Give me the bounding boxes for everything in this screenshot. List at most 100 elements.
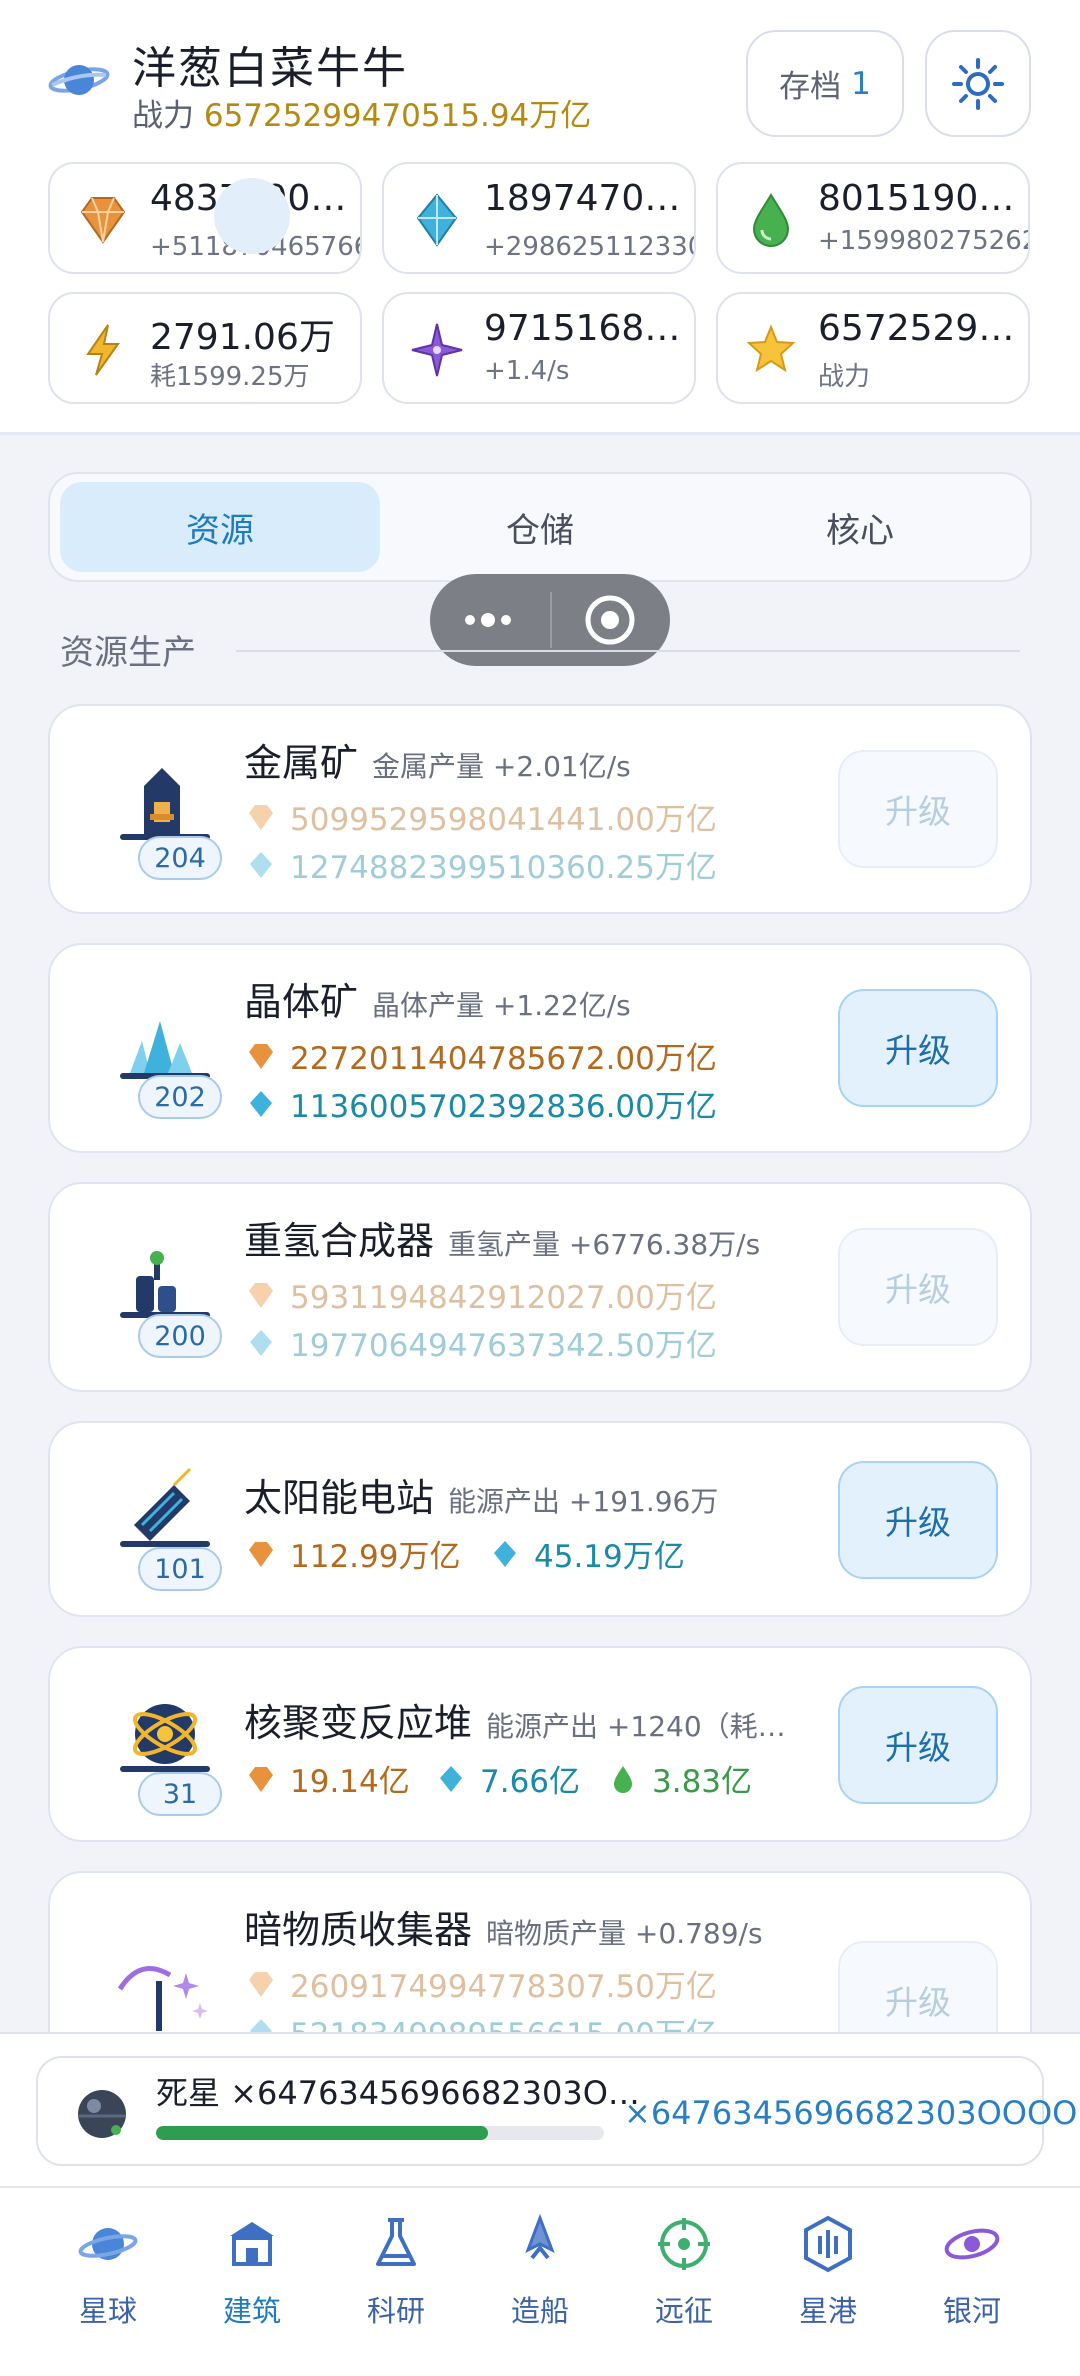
cost-value: 2272011404785672.00万亿 [290,1041,717,1077]
metal-icon [249,1971,273,1997]
cost-value: 1136005702392836.00万亿 [290,1089,717,1125]
cost-crystal: 1136005702392836.00万亿 [246,1081,717,1126]
cost-metal: 112.99万亿 [246,1531,460,1576]
resource-value: 8015190… [818,178,1015,219]
resource-value: 1897470… [484,178,681,219]
upgrade-button[interactable]: 升级 [838,1686,998,1804]
nav-item-building[interactable]: 建筑 [192,2214,312,2344]
building-level-badge: 200 [138,1314,222,1358]
dark-matter-icon [411,323,463,377]
tab-storage[interactable]: 仓储 [380,482,700,572]
nav-item-starport[interactable]: 星港 [768,2214,888,2344]
power-line: 战力 6572529947051​5.94万亿 [132,90,591,135]
building-level-badge: 101 [138,1547,222,1591]
cost-crystal: 45.19万亿 [490,1531,685,1576]
nav-label: 科研 [366,2294,425,2328]
nav-label: 建筑 [222,2294,281,2328]
ship-build-status[interactable]: 死星 ×6476345696682303O… ×6476345696682303… [36,2056,1077,2166]
sun-gear-icon [952,57,1004,110]
cost-metal: 5931194842912027.00万亿 [246,1272,717,1317]
planet-logo-icon [48,65,110,95]
nav-active-glow [214,178,290,254]
top-header: 洋葱白菜牛牛 战力 6572529947051​5.94万亿 存档 1 4837… [0,0,1080,435]
power-star-icon [746,324,796,373]
nav-label: 星港 [798,2294,857,2328]
building-card-solar-plant: 101 太阳能电站 能源产出 +191.96万 112.99万亿 45.19万亿 … [48,1421,1032,1617]
cost-value: 1274882399510360.25万亿 [290,850,717,886]
building-card-crystal-mine: 202 晶体矿 晶体产量 +1.22亿/s 2272011404785672.00… [48,943,1032,1153]
metal-icon [249,1043,273,1069]
building-production: 重氢产量 +6776.38万/s [448,1228,761,1261]
building-title: 核聚变反应堆 能源产出 +1240（耗… [244,1692,786,1747]
nav-label: 远征 [654,2294,713,2328]
cost-deuterium: 3.83亿 [608,1756,752,1801]
starport-icon [804,2215,852,2273]
more-options-icon[interactable] [430,574,550,666]
cost-value: 112.99万亿 [290,1539,461,1575]
tab-core[interactable]: 核心 [700,482,1020,572]
upgrade-button[interactable]: 升级 [838,1461,998,1579]
metal-icon [249,1282,273,1308]
section-title: 资源生产 [60,633,196,673]
nav-item-shipyard[interactable]: 造船 [480,2214,600,2344]
cost-crystal: 1274882399510360.25万亿 [246,842,717,887]
ship-progress-bar [156,2126,604,2140]
miniprogram-capsule [430,574,670,666]
resource-card-deuterium: 8015190… +15998027526235.4 [716,162,1030,274]
metal-icon [249,1541,273,1567]
cost-metal: 2272011404785672.00万亿 [246,1033,717,1078]
nav-item-expedition[interactable]: 远征 [624,2214,744,2344]
resource-card-crystal: 1897470… +29862511233018.31万亿 [382,162,696,274]
upgrade-button[interactable]: 升级 [838,750,998,868]
nav-item-research[interactable]: 科研 [336,2214,456,2344]
building-production: 能源产出 +191.96万 [448,1485,719,1518]
crystal-icon [416,193,458,247]
resource-card-energy: 2791.06万 耗1599.25万 [48,292,362,404]
nav-divider [0,2186,1080,2188]
building-name: 晶体矿 [244,980,359,1024]
resource-value: 6572529… [818,308,1015,349]
building-name: 核聚变反应堆 [244,1701,473,1745]
nav-label: 造船 [510,2294,569,2328]
crosshair-icon [658,2218,710,2270]
cost-value: 3.83亿 [652,1764,753,1800]
metal-icon [80,197,126,244]
building-level-badge: 31 [138,1772,222,1816]
building-name: 重氢合成器 [244,1219,435,1263]
building-production: 晶体产量 +1.22亿/s [372,989,631,1022]
resource-rate: 耗1599.25万 [150,362,310,392]
cost-metal: 2609174994778307.50万亿 [246,1961,717,2006]
building-card-deuterium-synthesizer: 200 重氢合成器 重氢产量 +6776.38万/s 59311948429120… [48,1182,1032,1392]
tab-resources[interactable]: 资源 [60,482,380,572]
building-name: 金属矿 [244,741,359,785]
building-title: 暗物质收集器 暗物质产量 +0.789/s [244,1899,763,1954]
resource-card-power: 6572529… 战力 [716,292,1030,404]
settings-button[interactable] [925,30,1031,137]
cost-value: 19.14亿 [290,1764,410,1800]
resource-rate: +1.4/s [484,356,570,386]
nav-item-galaxy[interactable]: 银河 [912,2214,1032,2344]
close-target-icon[interactable] [550,574,668,666]
crystal-icon [250,851,272,878]
cost-metal: 19.14亿 [246,1756,410,1801]
building-title: 太阳能电站 能源产出 +191.96万 [244,1467,718,1522]
cost-value: 2609174994778307.50万亿 [290,1969,717,2005]
save-slot-button[interactable]: 存档 1 [746,30,904,137]
deuterium-icon [614,1765,632,1793]
upgrade-button[interactable]: 升级 [838,1228,998,1346]
building-title: 晶体矿 晶体产量 +1.22亿/s [244,971,631,1026]
resource-card-metal: 4837890… +51187046576669.41万亿 [48,162,362,274]
cost-crystal: 1977064947637342.50万亿 [246,1320,717,1365]
upgrade-button[interactable]: 升级 [838,989,998,1107]
nav-item-planet[interactable]: 星球 [48,2214,168,2344]
resource-card-dark-matter: 9715168… +1.4/s [382,292,696,404]
resource-rate: 战力 [818,362,871,392]
crystal-icon [250,1090,272,1117]
resource-value: 9715168… [484,308,681,349]
category-tabs: 资源 仓储 核心 [48,472,1032,582]
building-title: 重氢合成器 重氢产量 +6776.38万/s [244,1210,760,1265]
crystal-icon [440,1765,462,1792]
building-card-metal-mine: 204 金属矿 金属产量 +2.01亿/s 5099529598041441.00… [48,704,1032,914]
building-production: 金属产量 +2.01亿/s [372,750,631,783]
deuterium-icon [752,193,790,247]
